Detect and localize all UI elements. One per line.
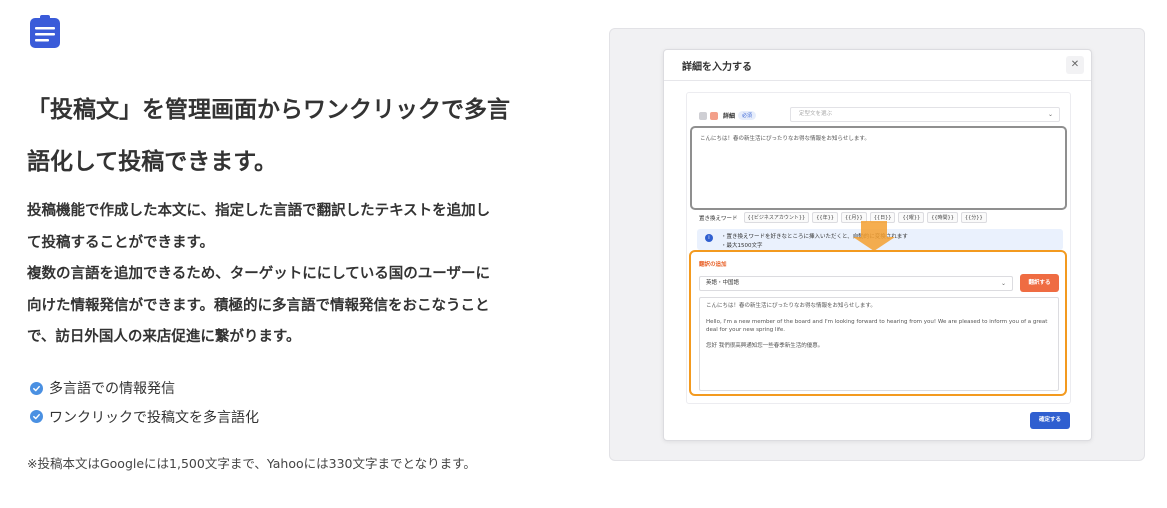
character-limit-note: ※投稿本文はGoogleには1,500文字まで、Yahooには330文字までとな… <box>27 456 476 471</box>
template-select-placeholder: 定型文を選ぶ <box>799 111 833 117</box>
translation-section: 翻訳の追加 英語・中国語 ⌄ 翻訳する こんにちは！春の新生活にぴったりなお得な… <box>689 250 1067 396</box>
replace-chip-account[interactable]: {{ビジネスアカウント}} <box>743 212 810 223</box>
bullet-item: 多言語での情報発信 <box>30 374 259 403</box>
description-line-2: て投稿することができます。 <box>27 234 215 251</box>
down-arrow-head-icon <box>853 237 895 251</box>
description-line-1: 投稿機能で作成した本文に、指定した言語で翻訳したテキストを追加し <box>27 203 491 219</box>
modal-title: 詳細を入力する <box>682 62 752 73</box>
translation-title: 翻訳の追加 <box>699 262 727 268</box>
check-circle-icon <box>30 381 43 395</box>
translated-text-area[interactable]: こんにちは！春の新生活にぴったりなお得な情報をお知らせします。 Hello, I… <box>699 297 1059 391</box>
template-select[interactable]: 定型文を選ぶ ⌄ <box>790 107 1060 122</box>
chevron-down-icon: ⌄ <box>1000 280 1006 287</box>
close-icon[interactable]: ✕ <box>1066 56 1084 74</box>
description-line-3: 複数の言語を追加できるため、ターゲットににしている国のユーザーに <box>27 266 490 282</box>
translate-button[interactable]: 翻訳する <box>1020 274 1059 292</box>
detail-modal: 詳細を入力する ✕ 詳細 必須 定型文を選ぶ ⌄ こんにちは！春の新生活にぴった… <box>663 49 1092 441</box>
detail-field-label: 詳細 必須 <box>699 111 757 120</box>
document-lines-icon <box>30 15 60 48</box>
remove-icon[interactable] <box>710 111 718 120</box>
down-arrow-icon <box>861 221 887 237</box>
bullet-text: ワンクリックで投稿文を多言語化 <box>49 409 259 426</box>
replace-chip-weekday[interactable]: {{曜}} <box>898 212 925 223</box>
replace-chip-year[interactable]: {{年}} <box>812 212 838 223</box>
description-line-4: 向けた情報発信ができます。積極的に多言語で情報発信をおこなうこと <box>27 297 490 314</box>
minimize-icon[interactable] <box>699 111 707 120</box>
detail-label: 詳細 <box>723 113 736 120</box>
language-select-value: 英語・中国語 <box>706 280 740 286</box>
confirm-button[interactable]: 確定する <box>1030 412 1070 429</box>
translated-text-zh: 您好 我們很高興通知您一些春季新生活的優惠。 <box>706 343 824 349</box>
description-line-5: で、訪日外国人の来店促進に繋がります。 <box>27 329 301 345</box>
heading-line-1: 「投稿文」を管理画面からワンクリックで多言 <box>27 97 510 123</box>
modal-header: 詳細を入力する ✕ <box>664 50 1091 81</box>
required-badge: 必須 <box>738 111 757 120</box>
info-line-2: ・最大1500文字 <box>721 243 763 249</box>
translated-text-en: Hello, I'm a new member of the board and… <box>706 319 1048 333</box>
translated-text-ja: こんにちは！春の新生活にぴったりなお得な情報をお知らせします。 <box>706 303 876 309</box>
post-body-textarea[interactable]: こんにちは！春の新生活にぴったりなお得な情報をお知らせします。 <box>690 126 1067 210</box>
language-select[interactable]: 英語・中国語 ⌄ <box>699 276 1013 291</box>
feature-bullet-list: 多言語での情報発信 ワンクリックで投稿文を多言語化 <box>30 374 259 431</box>
modal-form: 詳細 必須 定型文を選ぶ ⌄ こんにちは！春の新生活にぴったりなお得な情報をお知… <box>686 92 1071 404</box>
heading-line-2: 語化して投稿できます。 <box>27 149 278 175</box>
check-circle-icon <box>30 410 43 424</box>
info-icon: i <box>705 234 713 242</box>
bullet-text: 多言語での情報発信 <box>49 381 175 398</box>
replace-chip-minute[interactable]: {{分}} <box>960 212 987 223</box>
replace-words-label: 置き換えワード <box>699 215 738 222</box>
replace-chip-hour[interactable]: {{時間}} <box>927 212 958 223</box>
replace-words-row: 置き換えワード {{ビジネスアカウント}} {{年}} {{月}} {{日}} … <box>699 212 990 223</box>
section-heading: 「投稿文」を管理画面からワンクリックで多言 語化して投稿できます。 <box>27 84 557 188</box>
bullet-item: ワンクリックで投稿文を多言語化 <box>30 403 259 432</box>
chevron-down-icon: ⌄ <box>1047 111 1053 118</box>
screenshot-panel: 詳細を入力する ✕ 詳細 必須 定型文を選ぶ ⌄ こんにちは！春の新生活にぴった… <box>609 28 1145 461</box>
post-body-text: こんにちは！春の新生活にぴったりなお得な情報をお知らせします。 <box>700 136 870 142</box>
section-description: 投稿機能で作成した本文に、指定した言語で翻訳したテキストを追加し て投稿すること… <box>27 196 557 354</box>
